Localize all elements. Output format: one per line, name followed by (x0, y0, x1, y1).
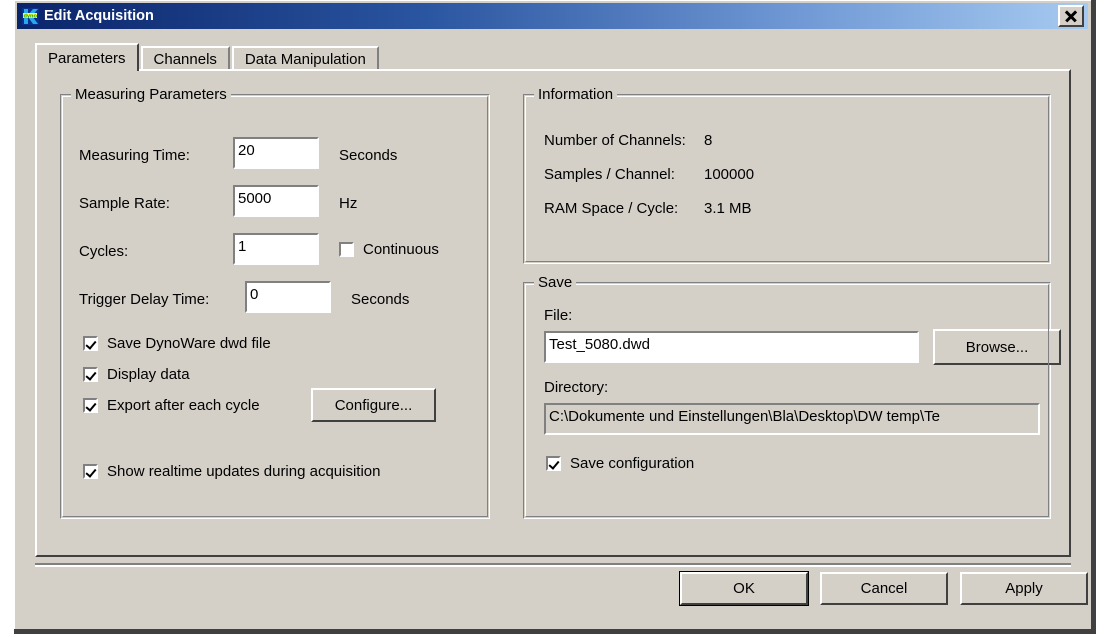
footer-separator-highlight (35, 565, 1071, 567)
number-of-channels-value: 8 (704, 132, 713, 149)
information-group: Information Number of Channels: 8 Sample… (523, 86, 1051, 264)
sample-rate-unit: Hz (339, 195, 358, 212)
configure-button[interactable]: Configure... (311, 388, 436, 422)
show-realtime-updates-label: Show realtime updates during acquisition (107, 463, 381, 480)
continuous-checkbox[interactable] (339, 242, 354, 257)
svg-text:dyno: dyno (24, 13, 38, 19)
display-data-label: Display data (107, 366, 190, 383)
cycles-input[interactable]: 1 (233, 233, 319, 265)
tab-channels-label: Channels (153, 51, 217, 68)
measuring-time-label: Measuring Time: (79, 147, 190, 164)
continuous-label: Continuous (363, 241, 439, 258)
ram-space-per-cycle-value: 3.1 MB (704, 200, 752, 217)
close-icon[interactable] (1058, 5, 1084, 27)
tab-data-manipulation[interactable]: Data Manipulation (231, 46, 379, 71)
save-dwd-file-checkbox[interactable] (83, 336, 98, 351)
screen: dyno Edit Acquisition Parameters Channel… (0, 0, 1113, 637)
directory-label: Directory: (544, 379, 609, 396)
samples-per-channel-label: Samples / Channel: (544, 166, 675, 183)
show-realtime-updates-checkbox[interactable] (83, 464, 98, 479)
file-input[interactable]: Test_5080.dwd (544, 331, 919, 363)
edit-acquisition-dialog: dyno Edit Acquisition Parameters Channel… (14, 0, 1091, 629)
dialog-shadow-right (1091, 0, 1096, 634)
tab-page-parameters: Measuring Parameters Measuring Time: 20 … (35, 69, 1071, 557)
file-label: File: (544, 307, 573, 324)
save-title: Save (534, 274, 577, 291)
directory-input[interactable]: C:\Dokumente und Einstellungen\Bla\Deskt… (544, 403, 1040, 435)
window-title: Edit Acquisition (44, 8, 154, 24)
export-after-each-cycle-label: Export after each cycle (107, 397, 260, 414)
tab-channels[interactable]: Channels (140, 46, 230, 71)
tab-parameters[interactable]: Parameters (35, 43, 139, 71)
save-configuration-checkbox[interactable] (546, 456, 561, 471)
tab-data-manipulation-label: Data Manipulation (244, 51, 366, 68)
cycles-label: Cycles: (79, 243, 129, 260)
sample-rate-label: Sample Rate: (79, 195, 170, 212)
tab-parameters-label: Parameters (48, 49, 126, 67)
export-after-each-cycle-checkbox[interactable] (83, 398, 98, 413)
trigger-delay-time-unit: Seconds (351, 291, 410, 308)
measuring-time-input[interactable]: 20 (233, 137, 319, 169)
export-after-each-cycle-row[interactable]: Export after each cycle (83, 397, 260, 414)
apply-button[interactable]: Apply (960, 572, 1088, 605)
continuous-checkbox-row[interactable]: Continuous (339, 241, 439, 258)
dynoware-icon: dyno (22, 7, 39, 25)
save-dwd-file-label: Save DynoWare dwd file (107, 335, 271, 352)
show-realtime-updates-row[interactable]: Show realtime updates during acquisition (83, 463, 381, 480)
number-of-channels-label: Number of Channels: (544, 132, 686, 149)
save-dwd-file-row[interactable]: Save DynoWare dwd file (83, 335, 271, 352)
ram-space-per-cycle-label: RAM Space / Cycle: (544, 200, 679, 217)
cancel-button[interactable]: Cancel (820, 572, 948, 605)
display-data-row[interactable]: Display data (83, 366, 190, 383)
measuring-time-unit: Seconds (339, 147, 398, 164)
display-data-checkbox[interactable] (83, 367, 98, 382)
save-configuration-label: Save configuration (570, 455, 695, 472)
measuring-parameters-group: Measuring Parameters Measuring Time: 20 … (60, 86, 490, 519)
measuring-parameters-title: Measuring Parameters (71, 86, 231, 103)
trigger-delay-time-label: Trigger Delay Time: (79, 291, 210, 308)
samples-per-channel-value: 100000 (704, 166, 755, 183)
dialog-shadow-bottom (14, 629, 1096, 634)
sample-rate-input[interactable]: 5000 (233, 185, 319, 217)
ok-button[interactable]: OK (679, 571, 809, 606)
title-bar[interactable]: dyno Edit Acquisition (17, 3, 1088, 29)
save-configuration-row[interactable]: Save configuration (546, 455, 694, 472)
save-group: Save File: Test_5080.dwd Browse... Direc… (523, 274, 1061, 519)
information-title: Information (534, 86, 618, 103)
trigger-delay-time-input[interactable]: 0 (245, 281, 331, 313)
tab-strip: Parameters Channels Data Manipulation (35, 43, 381, 71)
browse-button[interactable]: Browse... (933, 329, 1061, 365)
